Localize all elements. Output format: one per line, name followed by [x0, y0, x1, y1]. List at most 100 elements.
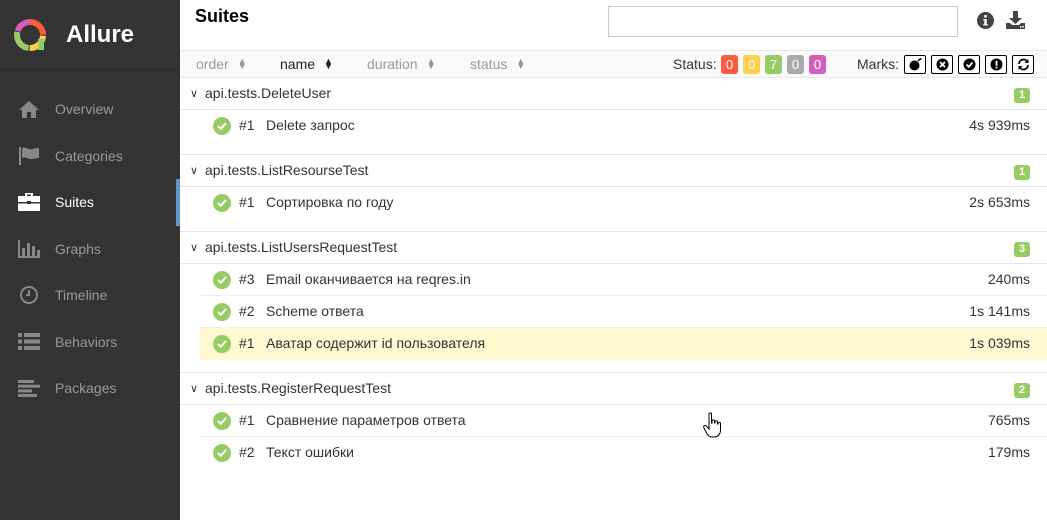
suite-group: ∨ api.tests.RegisterRequestTest 2 #1 Сра… [180, 373, 1047, 481]
passed-count-badge: 3 [1014, 242, 1030, 257]
sidebar-item-label: Packages [55, 380, 117, 397]
sort-arrows-icon: ▲ ▼ [516, 56, 526, 71]
sort-by-status[interactable]: status ▲ ▼ [470, 56, 525, 72]
passed-check-icon [213, 194, 231, 212]
sidebar-item-timeline[interactable]: Timeline [0, 272, 180, 319]
suite-group: ∨ api.tests.DeleteUser 1 #1 Delete запро… [180, 78, 1047, 155]
test-case-order: #1 [239, 117, 255, 133]
sidebar-item-label: Timeline [55, 287, 108, 304]
sort-by-order[interactable]: order ▲ ▼ [196, 56, 247, 72]
info-icon[interactable] [975, 10, 995, 30]
test-case-name: Сортировка по году [266, 194, 394, 210]
suite-group-header[interactable]: ∨ api.tests.ListUsersRequestTest 3 [180, 232, 1047, 264]
status-unknown-toggle[interactable]: 0 [809, 55, 826, 74]
passed-check-icon [213, 271, 231, 289]
search-input[interactable] [608, 6, 958, 37]
suite-group: ∨ api.tests.ListResourseTest 1 #1 Сортир… [180, 155, 1047, 232]
suite-group: ∨ api.tests.ListUsersRequestTest 3 #3 Em… [180, 232, 1047, 373]
brand-name: Allure [66, 20, 135, 48]
passed-count-badge: 1 [1014, 88, 1030, 103]
sidebar-item-suites[interactable]: Suites [0, 179, 180, 226]
status-skipped-toggle[interactable]: 0 [787, 55, 804, 74]
status-broken-toggle[interactable]: 0 [743, 55, 760, 74]
passed-count-badge: 2 [1014, 383, 1030, 398]
sort-label: order [196, 56, 229, 72]
test-case-duration: 240ms [987, 271, 1030, 287]
test-case-order: #3 [239, 271, 255, 287]
chevron-down-icon: ∨ [190, 383, 199, 395]
test-case-duration: 179ms [987, 444, 1030, 460]
bar-chart-icon [18, 239, 40, 259]
passed-check-icon [213, 303, 231, 321]
align-left-icon [18, 378, 40, 398]
passed-check-icon [213, 335, 231, 353]
retries-icon[interactable] [1012, 55, 1034, 74]
chevron-down-icon: ∨ [190, 88, 199, 100]
sidebar-item-label: Overview [55, 101, 114, 118]
marks-filter-label: Marks: [857, 56, 899, 72]
status-passed-toggle[interactable]: 7 [765, 55, 782, 74]
status-filter-label: Status: [673, 56, 717, 72]
sidebar-item-behaviors[interactable]: Behaviors [0, 319, 180, 366]
suite-group-header[interactable]: ∨ api.tests.DeleteUser 1 [180, 78, 1047, 110]
download-icon[interactable] [1005, 10, 1025, 30]
test-case-order: #1 [239, 412, 255, 428]
test-case-order: #2 [239, 444, 255, 460]
allure-logo-icon [14, 18, 46, 51]
test-case-duration: 1s 141ms [969, 303, 1030, 319]
flaky-bomb-icon[interactable] [904, 55, 926, 74]
suite-group-header[interactable]: ∨ api.tests.ListResourseTest 1 [180, 155, 1047, 187]
clock-icon [18, 285, 40, 305]
header: Suites [180, 0, 1047, 50]
suite-group-header[interactable]: ∨ api.tests.RegisterRequestTest 2 [180, 373, 1047, 405]
test-case-name: Delete запрос [266, 117, 355, 133]
chevron-down-icon: ∨ [190, 242, 199, 254]
sort-label: status [470, 56, 508, 72]
sidebar-item-packages[interactable]: Packages [0, 365, 180, 412]
test-case-row[interactable]: #1 Сравнение параметров ответа 765ms [200, 405, 1047, 437]
sidebar: Allure Overview Categories Suites Graphs [0, 0, 180, 520]
test-case-duration: 4s 939ms [969, 117, 1030, 133]
sort-by-duration[interactable]: duration ▲ ▼ [367, 56, 436, 72]
test-case-row[interactable]: #2 Текст ошибки 179ms [200, 437, 1047, 469]
flag-icon [18, 146, 40, 166]
list-icon [18, 332, 40, 352]
test-case-name: Текст ошибки [266, 444, 354, 460]
test-case-row[interactable]: #2 Scheme ответа 1s 141ms [200, 296, 1047, 328]
suite-name: api.tests.RegisterRequestTest [205, 380, 391, 396]
sort-arrows-icon: ▲ ▼ [324, 56, 333, 71]
new-broken-icon[interactable] [985, 55, 1007, 74]
test-case-row[interactable]: #1 Delete запрос 4s 939ms [200, 110, 1047, 142]
status-failed-toggle[interactable]: 0 [721, 55, 738, 74]
test-case-duration: 765ms [987, 412, 1030, 428]
sort-arrows-icon: ▲ ▼ [426, 56, 436, 71]
main-pane: Suites order ▲ ▼ name ▲ ▼ duration ▲ ▼ stat… [180, 0, 1047, 520]
new-failed-icon[interactable] [931, 55, 953, 74]
sort-by-name[interactable]: name ▲ ▼ [280, 56, 333, 72]
test-case-name: Сравнение параметров ответа [266, 412, 466, 428]
sort-label: duration [367, 56, 418, 72]
sidebar-item-categories[interactable]: Categories [0, 133, 180, 180]
test-case-duration: 1s 039ms [969, 335, 1030, 351]
test-case-order: #1 [239, 335, 255, 351]
test-case-name: Scheme ответа [266, 303, 364, 319]
suite-name: api.tests.DeleteUser [205, 85, 332, 101]
sidebar-item-graphs[interactable]: Graphs [0, 226, 180, 273]
brand[interactable]: Allure [0, 0, 180, 70]
passed-check-icon [213, 117, 231, 135]
home-icon [18, 99, 40, 119]
test-case-row[interactable]: #1 Сортировка по году 2s 653ms [200, 187, 1047, 219]
hand-pointer-cursor-icon [703, 412, 721, 438]
test-case-row-selected[interactable]: #1 Аватар содержит id пользователя 1s 03… [200, 328, 1047, 360]
test-case-order: #1 [239, 194, 255, 210]
new-passed-icon[interactable] [958, 55, 980, 74]
suite-name: api.tests.ListUsersRequestTest [205, 239, 398, 255]
suites-tree: ∨ api.tests.DeleteUser 1 #1 Delete запро… [180, 78, 1047, 481]
chevron-down-icon: ∨ [190, 165, 199, 177]
sort-filter-toolbar: order ▲ ▼ name ▲ ▼ duration ▲ ▼ status ▲ ▼ S… [180, 50, 1047, 78]
sidebar-item-overview[interactable]: Overview [0, 86, 180, 133]
passed-check-icon [213, 444, 231, 462]
test-case-duration: 2s 653ms [969, 194, 1030, 210]
test-case-row[interactable]: #3 Email оканчивается на reqres.in 240ms [200, 264, 1047, 296]
suite-name: api.tests.ListResourseTest [205, 162, 369, 178]
